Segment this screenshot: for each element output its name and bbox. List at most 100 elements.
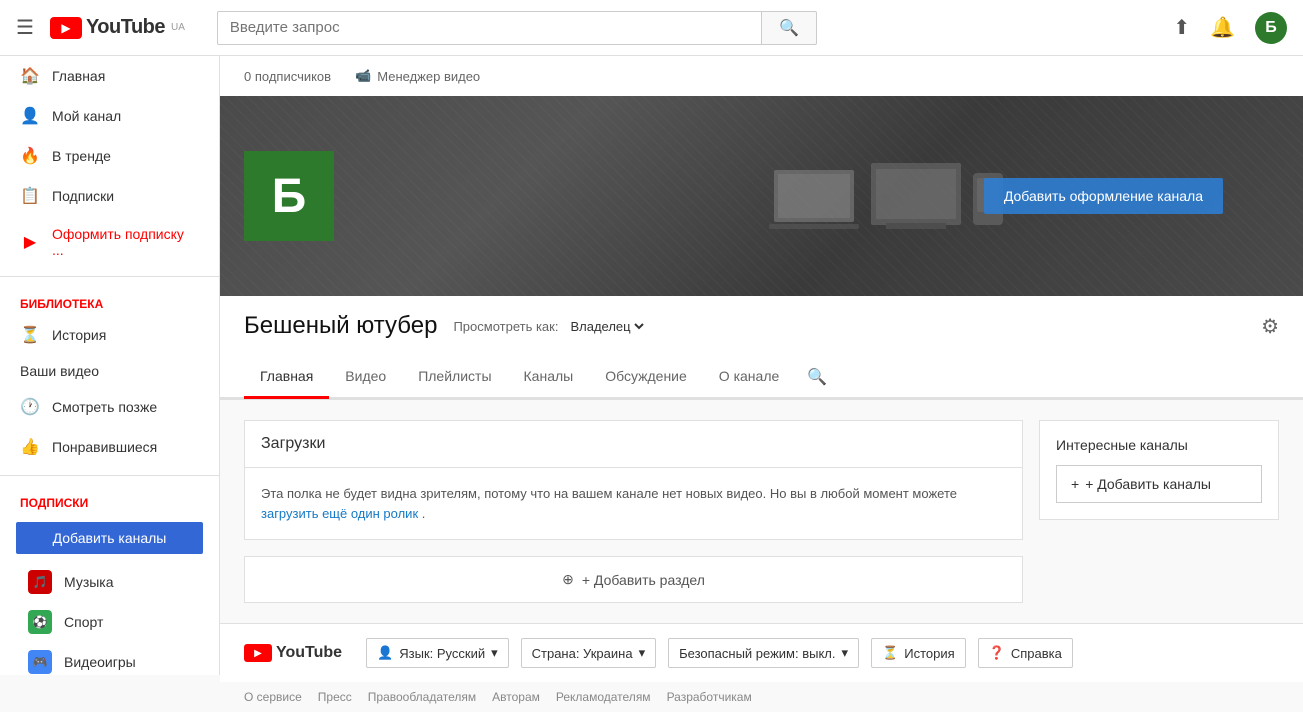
view-as-label: Просмотреть как:	[453, 319, 558, 334]
upload-link[interactable]: загрузить ещё один ролик	[261, 506, 418, 521]
settings-gear-icon[interactable]: ⚙	[1261, 314, 1279, 339]
channel-tabs: Главная Видео Плейлисты Каналы Обсуждени…	[220, 356, 1303, 399]
banner-devices	[769, 163, 1003, 229]
footer-link-about[interactable]: О сервисе	[244, 690, 302, 704]
footer-logo-text: YouTube	[276, 644, 342, 662]
premium-icon: ▶	[20, 232, 40, 252]
logo-ua: UA	[171, 22, 185, 33]
footer-language-button[interactable]: 👤 Язык: Русский ▾	[366, 638, 509, 668]
sidebar-item-premium[interactable]: ▶ Оформить подписку ...	[0, 216, 219, 268]
tab-search-icon[interactable]: 🔍	[795, 359, 839, 395]
footer-controls: 👤 Язык: Русский ▾ Страна: Украина ▾ Безо…	[366, 638, 1073, 668]
footer-link-developers[interactable]: Разработчикам	[667, 690, 752, 704]
tab-about[interactable]: О канале	[703, 356, 795, 399]
sidebar-item-trending[interactable]: 🔥 В тренде	[0, 136, 219, 176]
add-section-button[interactable]: ⊕ + Добавить раздел	[244, 556, 1023, 603]
channel-name-area: Бешеный ютубер Просмотреть как: Владелец…	[244, 312, 647, 340]
search-bar: 🔍	[217, 11, 817, 45]
footer-link-advertisers[interactable]: Рекламодателям	[556, 690, 651, 704]
header: ☰ YouTubeUA 🔍 ⬆ 🔔 Б	[0, 0, 1303, 56]
footer-help-label: Справка	[1011, 646, 1062, 661]
footer-link-copyright[interactable]: Правообладателям	[368, 690, 476, 704]
upload-icon[interactable]: ⬆	[1173, 15, 1190, 40]
sidebar-item-watch-later[interactable]: 🕐 Смотреть позже	[0, 387, 219, 427]
footer-history-button[interactable]: ⏳ История	[871, 638, 966, 668]
channel-banner[interactable]: Б Доба	[220, 96, 1303, 296]
trending-icon: 🔥	[20, 146, 40, 166]
view-as-select[interactable]: Владелец Зритель	[566, 318, 647, 335]
tab-discussion[interactable]: Обсуждение	[589, 356, 703, 399]
search-input[interactable]	[217, 11, 761, 45]
sidebar-label-sport: Спорт	[64, 614, 103, 630]
sidebar-your-videos-label: Ваши видео	[0, 355, 219, 387]
footer-help-button[interactable]: ❓ Справка	[978, 638, 1073, 668]
interesting-channels-title: Интересные каналы	[1056, 437, 1262, 453]
history-icon: ⏳	[20, 325, 40, 345]
logo-area[interactable]: YouTubeUA	[50, 16, 185, 39]
my-channel-icon: 👤	[20, 106, 40, 126]
sidebar-item-sport[interactable]: ⚽ Спорт	[0, 602, 219, 642]
footer-safe-mode-button[interactable]: Безопасный режим: выкл. ▾	[668, 638, 859, 668]
footer-history-label: История	[904, 646, 954, 661]
sidebar-item-history[interactable]: ⏳ История	[0, 315, 219, 355]
video-manager-link[interactable]: 📹 Менеджер видео	[355, 68, 480, 84]
sidebar-label-trending: В тренде	[52, 148, 111, 164]
help-icon: ❓	[989, 645, 1005, 661]
search-button[interactable]: 🔍	[761, 11, 817, 45]
add-section-circle-icon: ⊕	[562, 571, 574, 588]
video-manager-label: Менеджер видео	[377, 69, 480, 84]
video-manager-icon: 📹	[355, 68, 371, 84]
sidebar-label-premium: Оформить подписку ...	[52, 226, 199, 258]
sidebar-label-my-channel: Мой канал	[52, 108, 121, 124]
sidebar-divider-2	[0, 475, 219, 476]
sidebar-divider-1	[0, 276, 219, 277]
sidebar-label-liked: Понравившиеся	[52, 439, 157, 455]
sidebar-item-liked[interactable]: 👍 Понравившиеся	[0, 427, 219, 467]
subscriptions-icon: 📋	[20, 186, 40, 206]
sidebar-label-home: Главная	[52, 68, 105, 84]
add-channel-art-button[interactable]: Добавить оформление канала	[984, 178, 1223, 214]
add-channels-link-label: + Добавить каналы	[1085, 476, 1211, 492]
safe-mode-dropdown-icon: ▾	[842, 645, 849, 661]
subscribers-count: 0 подписчиков	[244, 69, 331, 84]
sidebar-item-subscriptions[interactable]: 📋 Подписки	[0, 176, 219, 216]
tab-playlists[interactable]: Плейлисты	[402, 356, 507, 399]
add-channels-button[interactable]: Добавить каналы	[16, 522, 203, 554]
avatar-button[interactable]: Б	[1255, 12, 1287, 44]
footer-link-press[interactable]: Пресс	[318, 690, 352, 704]
footer-country-button[interactable]: Страна: Украина ▾	[521, 638, 656, 668]
sport-icon: ⚽	[28, 610, 52, 634]
view-as-area: Просмотреть как: Владелец Зритель	[453, 318, 647, 335]
content-main: Загрузки Эта полка не будет видна зрител…	[244, 420, 1023, 603]
tab-channels[interactable]: Каналы	[508, 356, 590, 399]
language-icon: 👤	[377, 645, 393, 661]
uploads-empty-text: Эта полка не будет видна зрителям, потом…	[261, 484, 1006, 523]
sidebar-item-music[interactable]: 🎵 Музыка	[0, 562, 219, 602]
add-interesting-channels-button[interactable]: + + Добавить каналы	[1056, 465, 1262, 503]
footer-bar: YouTube 👤 Язык: Русский ▾ Страна: Украин…	[220, 623, 1303, 682]
sidebar-label-watch-later: Смотреть позже	[52, 399, 157, 415]
add-section-label: + Добавить раздел	[582, 572, 705, 588]
home-icon: 🏠	[20, 66, 40, 86]
banner-avatar: Б	[244, 151, 334, 241]
tab-home[interactable]: Главная	[244, 356, 329, 399]
sidebar-label-games: Видеоигры	[64, 654, 136, 670]
tab-videos[interactable]: Видео	[329, 356, 402, 399]
hamburger-menu-icon[interactable]: ☰	[16, 15, 34, 40]
sidebar: 🏠 Главная 👤 Мой канал 🔥 В тренде 📋 Подпи…	[0, 56, 220, 675]
add-channels-plus-icon: +	[1071, 476, 1079, 492]
footer-safe-mode-label: Безопасный режим: выкл.	[679, 646, 835, 661]
liked-icon: 👍	[20, 437, 40, 457]
footer-link-authors[interactable]: Авторам	[492, 690, 540, 704]
history-btn-icon: ⏳	[882, 645, 898, 661]
sidebar-label-subscriptions: Подписки	[52, 188, 114, 204]
sidebar-item-games[interactable]: 🎮 Видеоигры	[0, 642, 219, 675]
sidebar-label-history: История	[52, 327, 106, 343]
footer-language-label: Язык: Русский	[399, 646, 485, 661]
channel-name: Бешеный ютубер	[244, 312, 437, 340]
bell-icon[interactable]: 🔔	[1210, 15, 1235, 40]
sidebar-item-my-channel[interactable]: 👤 Мой канал	[0, 96, 219, 136]
sidebar-item-home[interactable]: 🏠 Главная	[0, 56, 219, 96]
games-icon: 🎮	[28, 650, 52, 674]
footer-logo-icon	[244, 644, 272, 662]
